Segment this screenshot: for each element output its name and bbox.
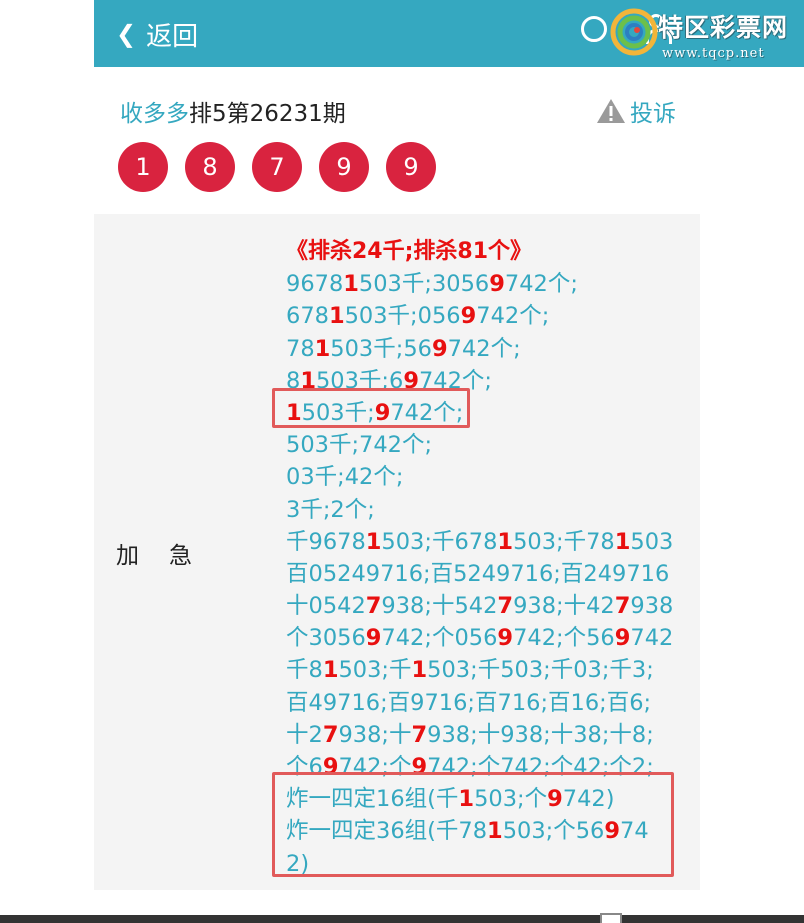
chevron-left-icon: ❮ [116, 20, 137, 48]
line-text: 百05249716;百5249716;百249716 [286, 560, 670, 587]
prediction-line: 03千;42个; [286, 461, 686, 493]
prediction-line: 6781503千;0569742个; [286, 300, 686, 332]
post-title: 收多多排5第26231期 [120, 94, 346, 128]
prediction-line: 3千;2个; [286, 494, 686, 526]
line-text: 938;十42 [513, 593, 615, 620]
number-ball: 8 [185, 142, 235, 192]
prediction-line: 《排杀24千;排杀81个》 [286, 236, 686, 268]
prediction-line: 503千;742个; [286, 429, 686, 461]
line-text: 503 [630, 528, 674, 555]
prediction-line: 千96781503;千6781503;千781503 [286, 526, 686, 558]
line-text: 678 [286, 303, 329, 330]
line-text: 千9678 [286, 528, 366, 555]
line-text: 78 [286, 335, 315, 362]
highlight-digit: 1 [328, 303, 345, 330]
line-text: 个3056 [286, 625, 366, 652]
highlight-digit: 7 [322, 721, 339, 748]
line-text: 938;十 [338, 721, 412, 748]
line-text: 503;千78 [513, 528, 615, 555]
highlight-digit: 7 [411, 721, 428, 748]
number-ball: 7 [252, 142, 302, 192]
number-ball: 1 [118, 142, 168, 192]
number-ball: 9 [319, 142, 369, 192]
highlight-digit: 7 [497, 593, 514, 620]
line-text: 503;千 [338, 657, 412, 684]
line-text: 503;千503;千03;千3; [427, 657, 654, 684]
author-link[interactable]: 收多多 [120, 101, 189, 127]
panel-label: 加急 [116, 543, 222, 569]
highlight-digit: 1 [497, 528, 514, 555]
highlight-digit: 1 [411, 657, 428, 684]
highlight-digit: 9 [489, 271, 505, 298]
search-icon[interactable] [581, 16, 607, 42]
line-text: 百49716;百9716;百716;百16;百6; [286, 689, 652, 716]
line-text: 742个; [476, 303, 550, 330]
prediction-line: 千81503;千1503;千503;千03;千3; [286, 654, 686, 686]
highlight-box [272, 772, 674, 877]
complain-label: 投诉 [630, 101, 676, 127]
warning-icon [597, 99, 625, 123]
line-text: 十2 [286, 721, 323, 748]
prediction-line: 个30569742;个0569742;个569742 [286, 622, 686, 654]
watermark-logo-icon [610, 8, 658, 56]
highlight-digit: 9 [431, 335, 448, 362]
prediction-line: 百49716;百9716;百716;百16;百6; [286, 687, 686, 719]
prediction-line: 十05427938;十5427938;十427938 [286, 590, 686, 622]
line-text: 千8 [286, 657, 323, 684]
title-row: 收多多排5第26231期 投诉 [120, 92, 680, 128]
highlight-digit: 1 [322, 657, 339, 684]
highlight-digit: 9 [365, 625, 382, 652]
line-text: 938 [630, 593, 674, 620]
highlight-digit: 1 [343, 271, 359, 298]
back-label: 返回 [146, 21, 199, 52]
line-text: 938;十938;十38;十8; [427, 721, 654, 748]
line-text: 742;个56 [513, 625, 615, 652]
prediction-line: 96781503千;30569742个; [286, 268, 686, 300]
line-text: 03千;42个; [286, 464, 404, 491]
line-text: 503千;56 [330, 335, 432, 362]
prediction-line: 十27938;十7938;十938;十38;十8; [286, 719, 686, 751]
watermark-title: 特区彩票网 [658, 13, 789, 42]
prediction-line: 百05249716;百5249716;百249716 [286, 558, 686, 590]
line-text: 十0542 [286, 593, 366, 620]
highlight-digit: 《排杀24千;排杀81个》 [286, 239, 533, 264]
line-text: 3千;2个; [286, 496, 375, 523]
highlight-digit: 1 [365, 528, 382, 555]
bottom-widget-icon[interactable] [600, 913, 622, 923]
highlight-digit: 9 [460, 303, 477, 330]
line-text: 503;千678 [381, 528, 498, 555]
prediction-line: 781503千;569742个; [286, 333, 686, 365]
highlight-digit: 1 [314, 335, 331, 362]
draw-numbers: 1 8 7 9 9 [118, 142, 453, 192]
highlight-digit: 9 [614, 625, 631, 652]
highlight-digit: 7 [365, 593, 382, 620]
bottom-bar [0, 915, 804, 923]
number-ball: 9 [386, 142, 436, 192]
highlight-digit: 9 [497, 625, 514, 652]
watermark-url: www.tqcp.net [662, 46, 765, 61]
line-text: 503千;3056 [358, 271, 490, 298]
line-text: 742个; [504, 271, 578, 298]
line-text: 742 [630, 625, 674, 652]
highlight-digit: 1 [614, 528, 631, 555]
complain-button[interactable]: 投诉 [596, 94, 676, 128]
line-text: 938;十542 [381, 593, 498, 620]
line-text: 503千;742个; [286, 432, 433, 459]
line-text: 9678 [286, 271, 344, 298]
line-text: 742;个056 [381, 625, 498, 652]
line-text: 742个; [447, 335, 521, 362]
highlight-digit: 7 [614, 593, 631, 620]
highlight-box [272, 388, 470, 428]
line-text: 503千;056 [344, 303, 461, 330]
back-button[interactable]: ❮ 返回 [116, 16, 198, 52]
site-watermark: 特区彩票网 www.tqcp.net [606, 2, 804, 66]
issue-title: 排5第26231期 [189, 101, 346, 127]
